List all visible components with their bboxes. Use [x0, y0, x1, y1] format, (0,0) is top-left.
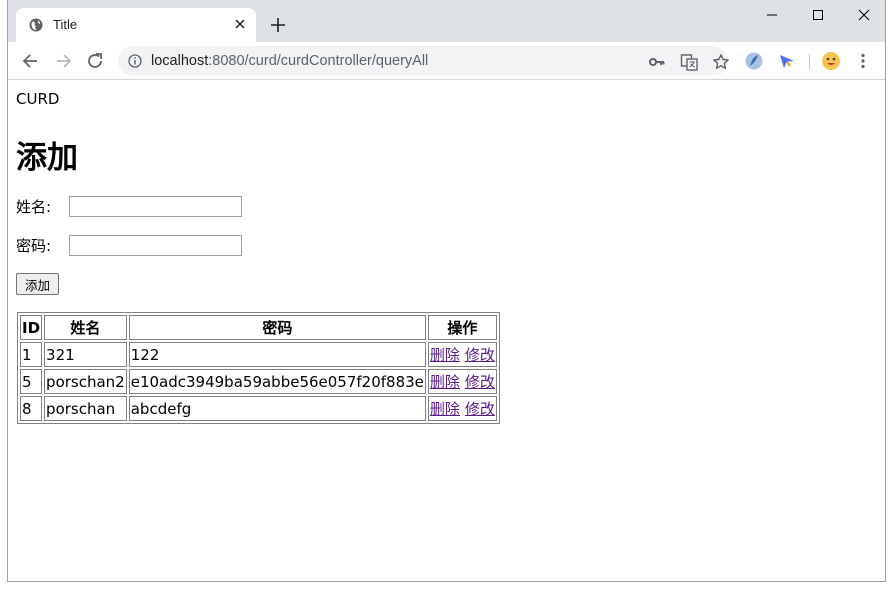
delete-link[interactable]: 删除 — [430, 373, 460, 391]
extension-arrow-icon[interactable] — [777, 51, 797, 71]
cell-password: e10adc3949ba59abbe56e057f20f883e — [128, 369, 426, 394]
translate-icon[interactable] — [680, 53, 698, 71]
brand-text: CURD — [16, 90, 60, 108]
tab-title: Title — [53, 17, 78, 32]
add-button[interactable]: 添加 — [16, 273, 59, 295]
name-label: 姓名: — [16, 198, 52, 216]
delete-link[interactable]: 删除 — [430, 400, 460, 418]
cell-name: 321 — [44, 342, 127, 367]
column-header-name: 姓名 — [44, 315, 127, 340]
table-row: 1 321 122 删除 修改 — [20, 342, 497, 367]
page-title: 添加 — [16, 140, 78, 176]
reload-icon[interactable] — [84, 50, 106, 72]
url-host: localhost — [151, 53, 209, 69]
back-icon[interactable] — [20, 50, 42, 72]
browser-toolbar: localhost:8080/curd/curdController/query… — [8, 42, 885, 80]
cell-id: 8 — [20, 396, 43, 421]
name-input[interactable] — [69, 196, 242, 217]
forward-icon[interactable] — [52, 50, 74, 72]
table-row: 5 porschan2 e10adc3949ba59abbe56e057f20f… — [20, 369, 497, 394]
close-tab-icon[interactable] — [232, 16, 248, 32]
cell-actions: 删除 修改 — [427, 342, 497, 367]
cell-name: porschan2 — [44, 369, 127, 394]
cell-actions: 删除 修改 — [427, 369, 497, 394]
table-header-row: ID 姓名 密码 操作 — [20, 315, 497, 340]
cell-name: porschan — [44, 396, 127, 421]
toolbar-separator — [809, 54, 810, 70]
cell-id: 5 — [20, 369, 43, 394]
new-tab-icon[interactable] — [269, 16, 287, 34]
menu-kebab-icon[interactable] — [853, 51, 873, 71]
browser-tab[interactable]: Title — [16, 8, 256, 42]
table-row: 8 porschan abcdefg 删除 修改 — [20, 396, 497, 421]
url-path: :8080/curd/curdController/queryAll — [208, 53, 429, 69]
cell-password: 122 — [128, 342, 426, 367]
bookmark-star-icon[interactable] — [712, 53, 730, 71]
browser-window: Title localhost:8080/curd/curdController… — [7, 0, 886, 582]
cell-id: 1 — [20, 342, 43, 367]
title-bar: Title — [8, 0, 885, 42]
key-icon[interactable] — [648, 53, 666, 71]
edit-link[interactable]: 修改 — [465, 346, 495, 364]
extension-feather-icon[interactable] — [744, 51, 764, 71]
page-content: CURD 添加 姓名: 密码: 添加 ID 姓名 密码 操作 1 321 122 — [8, 80, 885, 581]
edit-link[interactable]: 修改 — [465, 400, 495, 418]
column-header-id: ID — [20, 315, 43, 340]
user-table: ID 姓名 密码 操作 1 321 122 删除 修改 5 porschan2 e… — [17, 312, 500, 424]
profile-avatar-icon[interactable] — [821, 51, 841, 71]
address-bar[interactable]: localhost:8080/curd/curdController/query… — [118, 46, 730, 76]
window-close-icon[interactable] — [841, 0, 886, 30]
password-input[interactable] — [69, 235, 242, 256]
column-header-password: 密码 — [128, 315, 426, 340]
cell-password: abcdefg — [128, 396, 426, 421]
edit-link[interactable]: 修改 — [465, 373, 495, 391]
password-label: 密码: — [16, 237, 52, 255]
maximize-icon[interactable] — [795, 0, 841, 30]
cell-actions: 删除 修改 — [427, 396, 497, 421]
info-icon[interactable] — [128, 54, 142, 68]
url-text: localhost:8080/curd/curdController/query… — [151, 53, 428, 69]
globe-icon — [29, 18, 43, 32]
column-header-actions: 操作 — [427, 315, 497, 340]
delete-link[interactable]: 删除 — [430, 346, 460, 364]
minimize-icon[interactable] — [749, 0, 795, 30]
